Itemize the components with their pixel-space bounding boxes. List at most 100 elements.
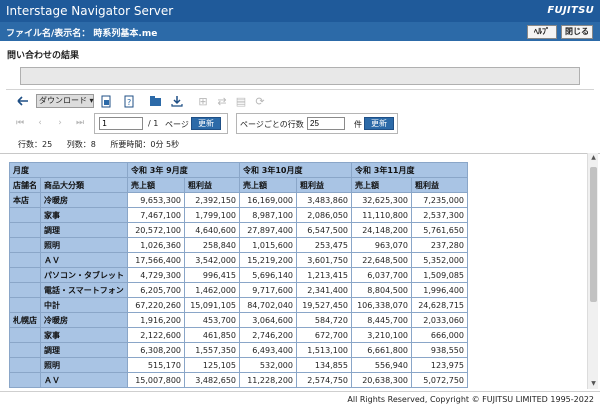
value-cell: 20,572,100 [127, 222, 185, 238]
value-cell: 3,064,600 [239, 312, 297, 328]
value-cell: 5,761,650 [411, 222, 468, 238]
category-cell: ＡＶ [40, 252, 128, 268]
category-header: 商品大分類 [40, 177, 128, 193]
export-folder-icon[interactable] [148, 94, 162, 108]
store-cell [9, 357, 41, 373]
rows-per-page-input[interactable] [307, 117, 345, 130]
store-cell [9, 252, 41, 268]
store-cell [9, 267, 41, 283]
scroll-down-icon[interactable]: ▼ [588, 379, 599, 389]
category-cell: 電話・スマートフォン [40, 282, 128, 298]
value-cell: 1,916,200 [127, 312, 185, 328]
value-cell: 16,169,000 [239, 192, 297, 208]
value-cell: 258,840 [184, 237, 240, 253]
table-row: ＡＶ 15,007,800 3,482,650 11,228,200 2,574,750… [9, 372, 468, 388]
value-cell: 8,804,500 [351, 282, 412, 298]
value-cell: 24,628,715 [411, 297, 468, 313]
category-cell: 家事 [40, 207, 128, 223]
value-cell: 15,219,200 [239, 252, 297, 268]
elapsed-time: 所要時間：0分 5秒 [110, 140, 180, 149]
value-cell: 106,338,070 [351, 297, 412, 313]
document-help-icon[interactable]: ? [122, 94, 136, 108]
vertical-scrollbar[interactable]: ▲ ▼ [587, 153, 598, 389]
category-cell: 照明 [40, 237, 128, 253]
table-row: 本店 冷暖房 9,653,300 2,392,150 16,169,000 3,483,8… [9, 192, 468, 208]
value-cell: 6,493,400 [239, 342, 297, 358]
category-cell: パソコン・タブレット [40, 267, 128, 283]
header-row-months: 月度 令和 3年 9月度 令和 3年10月度 令和 3年11月度 [9, 162, 468, 178]
measure-header: 粗利益 [184, 177, 240, 193]
document-export-icon[interactable] [99, 94, 113, 108]
footer: All Rights Reserved, Copyright © FUJITSU… [0, 391, 600, 408]
store-cell [9, 207, 41, 223]
value-cell: 2,537,300 [411, 207, 468, 223]
chevron-down-icon: ▾ [89, 96, 94, 105]
value-cell: 15,091,105 [184, 297, 240, 313]
store-cell [9, 372, 41, 388]
month-header: 令和 3年10月度 [239, 162, 352, 178]
value-cell: 6,661,800 [351, 342, 412, 358]
table-row: 札幌店 冷暖房 1,916,200 453,700 3,064,600 584,720 8,… [9, 312, 468, 328]
page-number-input[interactable] [99, 117, 143, 130]
store-header: 店舗名 [9, 177, 41, 193]
rows-update-button[interactable]: 更新 [364, 117, 394, 130]
category-cell: 冷暖房 [40, 192, 128, 208]
result-stats: 行数：25 列数：8 所要時間：0分 5秒 [18, 139, 179, 150]
category-cell: 照明 [40, 357, 128, 373]
refresh-stack-icon: ⟳ [255, 94, 265, 108]
value-cell: 453,700 [184, 312, 240, 328]
value-cell: 6,205,700 [127, 282, 185, 298]
last-page-icon: ⏭ [75, 118, 85, 128]
fujitsu-logo: FUJITSU [547, 5, 594, 16]
value-cell: 125,105 [184, 357, 240, 373]
value-cell: 17,566,400 [127, 252, 185, 268]
table-row: 照明 515,170 125,105 532,000 134,855 556,940 123… [9, 357, 468, 373]
next-page-icon: › [58, 118, 62, 128]
table-row: 家事 2,122,600 461,850 2,746,200 672,700 3,210,… [9, 327, 468, 343]
page-update-button[interactable]: 更新 [191, 117, 221, 130]
value-cell: 22,648,500 [351, 252, 412, 268]
value-cell: 3,483,860 [296, 192, 352, 208]
value-cell: 6,308,200 [127, 342, 185, 358]
back-arrow-icon[interactable] [16, 94, 30, 108]
value-cell: 1,509,085 [411, 267, 468, 283]
value-cell: 2,392,150 [184, 192, 240, 208]
scroll-up-icon[interactable]: ▲ [588, 153, 599, 163]
column-count: 列数：8 [66, 140, 96, 149]
value-cell: 253,475 [296, 237, 352, 253]
measure-header: 粗利益 [411, 177, 468, 193]
table-row: 調理 6,308,200 1,557,350 6,493,400 1,513,100 6,… [9, 342, 468, 358]
help-button[interactable]: ﾍﾙﾌﾟ [527, 25, 557, 39]
value-cell: 515,170 [127, 357, 185, 373]
transpose-icon: ⊞ [198, 94, 208, 108]
value-cell: 2,033,060 [411, 312, 468, 328]
store-cell [9, 297, 41, 313]
header-row-measures: 店舗名 商品大分類 売上額 粗利益 売上額 粗利益 売上額 粗利益 [9, 177, 468, 193]
download-icon[interactable] [170, 94, 184, 108]
value-cell: 134,855 [296, 357, 352, 373]
copyright-text: All Rights Reserved, Copyright © FUJITSU… [347, 395, 594, 404]
message-box [20, 67, 580, 85]
value-cell: 24,148,200 [351, 222, 412, 238]
value-cell: 3,482,650 [184, 372, 240, 388]
month-header: 令和 3年 9月度 [127, 162, 240, 178]
category-cell: 調理 [40, 222, 128, 238]
pivot-table: 月度 令和 3年 9月度 令和 3年10月度 令和 3年11月度 店舗名 商品大… [9, 162, 468, 388]
measure-header: 売上額 [351, 177, 412, 193]
scroll-thumb[interactable] [590, 167, 597, 302]
swap-icon: ⇄ [217, 94, 227, 108]
download-dropdown[interactable]: ダウンロード ▾ [36, 94, 94, 108]
value-cell: 32,625,300 [351, 192, 412, 208]
section-title: 問い合わせの結果 [7, 51, 80, 61]
close-button[interactable]: 閉じる [561, 25, 593, 39]
table-row: 電話・スマートフォン 6,205,700 1,462,000 9,717,600 2,3… [9, 282, 468, 298]
value-cell: 3,210,100 [351, 327, 412, 343]
month-header: 令和 3年11月度 [351, 162, 468, 178]
value-cell: 15,007,800 [127, 372, 185, 388]
store-cell: 本店 [9, 192, 41, 208]
value-cell: 1,799,100 [184, 207, 240, 223]
value-cell: 1,513,100 [296, 342, 352, 358]
value-cell: 4,640,600 [184, 222, 240, 238]
value-cell: 9,653,300 [127, 192, 185, 208]
prev-page-icon: ‹ [38, 118, 42, 128]
